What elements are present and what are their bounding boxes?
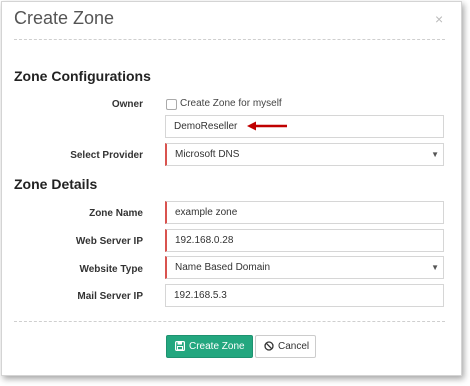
website-type-value: Name Based Domain [175,262,271,273]
dialog-title: Create Zone [14,8,115,28]
create-zone-button[interactable]: Create Zone [166,335,253,358]
create-for-myself-label[interactable]: Create Zone for myself [180,98,282,109]
website-type-select[interactable]: Name Based Domain ▼ [165,256,444,279]
create-for-myself-checkbox[interactable] [166,99,177,110]
provider-select[interactable]: Microsoft DNS ▼ [165,143,444,166]
save-icon [175,341,186,352]
web-server-ip-value: 192.168.0.28 [175,235,234,246]
caret-down-icon: ▼ [431,263,439,272]
mail-server-ip-input[interactable]: 192.168.5.3 [165,284,444,307]
cancel-label: Cancel [278,341,310,352]
zone-name-input[interactable]: example zone [165,201,444,224]
zone-name-label: Zone Name [89,208,143,219]
caret-down-icon: ▼ [431,150,439,159]
ban-icon [264,341,274,351]
web-server-ip-input[interactable]: 192.168.0.28 [165,229,444,252]
mail-server-ip-value: 192.168.5.3 [174,290,227,301]
zone-name-value: example zone [175,207,238,218]
mail-server-ip-label: Mail Server IP [77,291,143,302]
close-icon[interactable]: × [435,11,443,27]
create-zone-dialog: Create Zone × Zone Configurations Owner … [1,1,462,376]
owner-value: DemoReseller [174,121,238,132]
provider-value: Microsoft DNS [175,149,240,160]
provider-label: Select Provider [70,150,143,161]
cancel-button[interactable]: Cancel [255,335,316,358]
section-title-configurations: Zone Configurations [14,68,151,84]
website-type-label: Website Type [79,264,143,275]
web-server-ip-label: Web Server IP [75,236,143,247]
annotation-arrow-icon [247,121,287,131]
owner-input[interactable]: DemoReseller [165,115,444,138]
create-zone-label: Create Zone [189,341,245,352]
section-title-details: Zone Details [14,176,98,192]
footer-divider [14,321,445,322]
header-divider [14,39,445,40]
owner-label: Owner [111,99,143,110]
